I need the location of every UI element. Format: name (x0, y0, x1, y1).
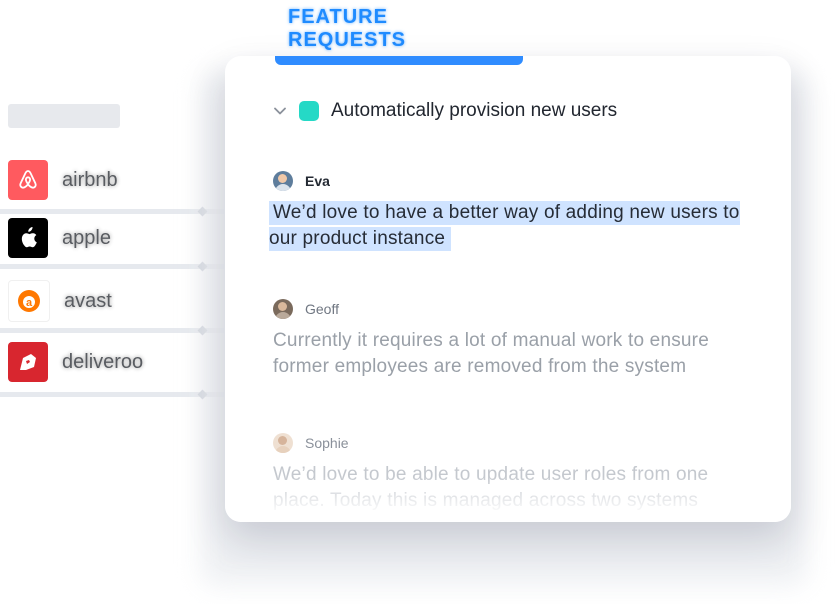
avatar (273, 299, 293, 319)
comment-geoff: Geoff Currently it requires a lot of man… (273, 298, 763, 380)
comment-author: Geoff (305, 301, 339, 317)
company-row-avast[interactable]: a avast (8, 280, 112, 322)
customers-label (8, 104, 120, 128)
apple-logo-icon (8, 218, 48, 258)
connector-line (0, 325, 224, 336)
connector-line (0, 261, 224, 272)
comment-text: Currently it requires a lot of manual wo… (273, 330, 709, 377)
comment-eva: Eva We’d love to have a better way of ad… (269, 170, 763, 252)
feature-row[interactable]: Automatically provision new users (273, 100, 617, 122)
feature-requests-title: FEATURE REQUESTS (288, 6, 407, 51)
scroll-fade (225, 476, 791, 522)
deliveroo-logo-icon (8, 342, 48, 382)
accent-bar (275, 56, 523, 65)
status-dot (299, 101, 319, 121)
comment-author: Eva (305, 173, 330, 189)
company-row-airbnb[interactable]: airbnb (8, 160, 118, 200)
company-name: airbnb (62, 168, 118, 191)
company-name: deliveroo (62, 350, 144, 373)
airbnb-logo-icon (8, 160, 48, 200)
feature-title: Automatically provision new users (331, 100, 618, 121)
avast-logo-icon: a (8, 280, 50, 322)
connector-line (0, 206, 224, 217)
company-name: apple (62, 226, 111, 249)
avatar (273, 433, 293, 453)
svg-text:a: a (26, 297, 33, 309)
company-row-deliveroo[interactable]: deliveroo (8, 342, 143, 382)
company-row-apple[interactable]: apple (8, 218, 111, 258)
comment-text-highlighted[interactable]: We’d love to have a better way of adding… (269, 201, 740, 251)
company-name: avast (64, 289, 112, 312)
connector-line (0, 389, 224, 400)
feature-request-card: Automatically provision new users Eva We… (225, 56, 791, 522)
chevron-down-icon[interactable] (273, 104, 287, 118)
comment-author: Sophie (305, 435, 349, 451)
avatar (273, 171, 293, 191)
